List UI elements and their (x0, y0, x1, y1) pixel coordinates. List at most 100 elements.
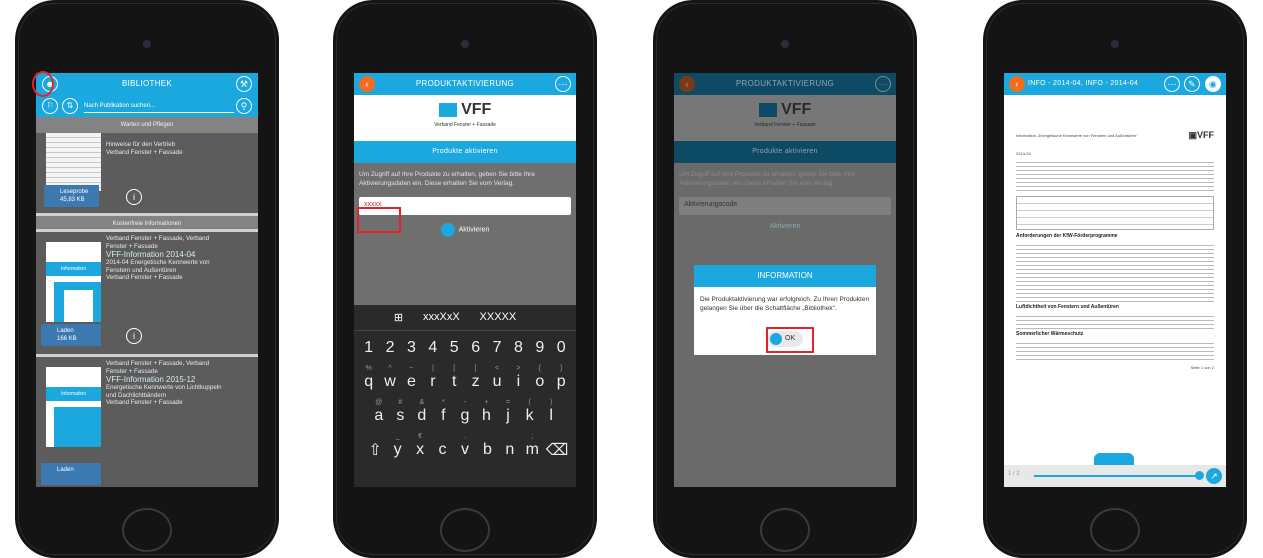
item-line: Verband Fenster + Fassade (106, 148, 183, 156)
publication-thumbnail (46, 133, 101, 191)
key-2[interactable]: 2 (381, 339, 399, 357)
doc-header: Information „Energetische Kennwerte von … (1016, 130, 1214, 140)
list-item[interactable]: Information Verband Fenster + Fassade, V… (36, 354, 258, 485)
tag-icon[interactable]: ⚐ (42, 98, 58, 114)
key-t[interactable]: [t (445, 365, 463, 391)
shift-key[interactable]: ⇧ (366, 440, 384, 460)
download-button[interactable]: Laden 166 KB (41, 324, 101, 346)
key-c[interactable]: c (434, 441, 452, 459)
key-j[interactable]: = j (499, 399, 517, 425)
library-screen: ☻ BIBLIOTHEK ⚒ ⚐ ⇅ Nach Publikation such… (36, 73, 258, 487)
back-icon[interactable]: ‹ (1009, 76, 1025, 92)
text-block (1016, 340, 1214, 362)
key-d[interactable]: & d (413, 399, 431, 425)
key-4[interactable]: 4 (424, 339, 442, 357)
key-s[interactable]: # s (391, 399, 409, 425)
key-r[interactable]: | r (424, 365, 442, 391)
bottom-tab[interactable] (1094, 453, 1134, 465)
dialog-screen: ‹ PRODUKTAKTIVIERUNG ⋯ VFF Verband Fenst… (674, 73, 896, 487)
key-8[interactable]: 8 (509, 339, 527, 357)
reader-screen: ‹ INFO - 2014-04, INFO - 2014-04 ⋯ ✎ ◉ I… (1004, 73, 1226, 487)
key-7[interactable]: 7 (488, 339, 506, 357)
search-input[interactable]: Nach Publikation suchen... (84, 99, 234, 113)
search-icon[interactable]: ⚲ (236, 98, 252, 114)
key-e[interactable]: ~ e (402, 365, 420, 391)
keyboard-row-2: @ a # s & d * f - g + h = j(k) l (354, 399, 576, 433)
sort-icon[interactable]: ⇅ (62, 98, 78, 114)
key-0[interactable]: 0 (552, 339, 570, 357)
key-u[interactable]: < u (488, 365, 506, 391)
key-z[interactable]: ] z (467, 365, 485, 391)
keyboard[interactable]: ⊞ xxxXxX XXXXX 1234567890 % q ^ w ~ e | r[t] z < u > i… (354, 305, 576, 487)
download-button[interactable]: Leseprobe 45,83 KB (44, 185, 99, 207)
key-v[interactable]: .v (456, 433, 474, 459)
key-w[interactable]: ^ w (381, 365, 399, 391)
publication-cover: Information (46, 367, 101, 447)
item-text: Verband Fenster + Fassade, Verband Fenste… (106, 235, 210, 282)
key-b[interactable]: b (478, 441, 496, 459)
data-table (1016, 196, 1214, 230)
info-icon[interactable]: i (126, 189, 142, 205)
list-item[interactable]: Hinweise für den Vertrieb Verband Fenste… (36, 133, 258, 213)
vff-logo: VFF Verband Fenster + Fassade (354, 95, 576, 141)
pen-icon[interactable]: ✎ (1184, 76, 1200, 92)
info-icon[interactable]: i (126, 328, 142, 344)
key-3[interactable]: 3 (402, 339, 420, 357)
dialog-title: INFORMATION (694, 265, 876, 287)
key-g[interactable]: -g (456, 399, 474, 425)
key-1[interactable]: 1 (360, 339, 378, 357)
more-icon[interactable]: ⋯ (555, 76, 571, 92)
activation-code-input[interactable]: Aktivierungscode (679, 197, 891, 215)
download-button[interactable]: Laden (41, 463, 101, 485)
vff-logo: VFF Verband Fenster + Fassade (674, 95, 896, 141)
item-line: Hinweise für den Vertrieb (106, 141, 176, 148)
section-bar: Produkte aktivieren (674, 141, 896, 163)
more-icon[interactable]: ⋯ (875, 76, 891, 92)
key-5[interactable]: 5 (445, 339, 463, 357)
instruction-text: Um Zugriff auf Ihre Produkte zu erhalten… (679, 171, 855, 187)
key-h[interactable]: + h (478, 399, 496, 425)
list-item[interactable]: Information Verband Fenster + Fassade, V… (36, 229, 258, 354)
key-q[interactable]: % q (360, 365, 378, 391)
home-button[interactable] (440, 508, 490, 552)
key-m[interactable]: ; m (523, 433, 541, 459)
key-l[interactable]: ) l (542, 399, 560, 425)
key-y[interactable]: _ y (389, 433, 407, 459)
key-k[interactable]: (k (521, 399, 539, 425)
key-x[interactable]: € x (411, 433, 429, 459)
key-p[interactable]: } p (552, 365, 570, 391)
key-a[interactable]: @ a (370, 399, 388, 425)
wrench-icon[interactable]: ⚒ (236, 76, 252, 92)
slider-handle[interactable] (1195, 471, 1204, 480)
home-button[interactable] (1090, 508, 1140, 552)
key-n[interactable]: n (501, 441, 519, 459)
back-icon[interactable]: ‹ (359, 76, 375, 92)
more-icon[interactable]: ⋯ (1164, 76, 1180, 92)
home-button[interactable] (760, 508, 810, 552)
section-header: Warten und Pflegen (36, 117, 258, 133)
key-f[interactable]: * f (434, 399, 452, 425)
document-page: Information „Energetische Kennwerte von … (1016, 130, 1214, 370)
key-o[interactable]: {o (531, 365, 549, 391)
phone-4: ‹ INFO - 2014-04, INFO - 2014-04 ⋯ ✎ ◉ I… (983, 0, 1247, 558)
phone-1: ☻ BIBLIOTHEK ⚒ ⚐ ⇅ Nach Publikation such… (15, 0, 279, 558)
back-icon[interactable]: ‹ (679, 76, 695, 92)
backspace-key[interactable]: ⌫ (546, 440, 569, 460)
page-slider[interactable]: 1 / 2 ↗ (1004, 465, 1226, 487)
title-bar: ‹ PRODUKTAKTIVIERUNG ⋯ (354, 73, 576, 95)
highlight-box (357, 207, 401, 233)
publication-cover: Information (46, 242, 101, 322)
eye-icon[interactable]: ◉ (1205, 76, 1221, 92)
share-icon[interactable]: ↗ (1206, 468, 1222, 484)
key-6[interactable]: 6 (467, 339, 485, 357)
section-bar: Produkte aktivieren (354, 141, 576, 163)
search-bar: ⚐ ⇅ Nach Publikation suchen... ⚲ (36, 95, 258, 117)
section-header: Kostenfreie Informationen (36, 213, 258, 229)
screen-title: BIBLIOTHEK (121, 79, 173, 88)
key-9[interactable]: 9 (531, 339, 549, 357)
keyboard-row-1: % q ^ w ~ e | r[t] z < u > i{o} p (354, 365, 576, 399)
activate-button[interactable]: Aktivieren (674, 223, 896, 230)
title-bar: ‹ PRODUKTAKTIVIERUNG ⋯ (674, 73, 896, 95)
key-i[interactable]: > i (509, 365, 527, 391)
home-button[interactable] (122, 508, 172, 552)
